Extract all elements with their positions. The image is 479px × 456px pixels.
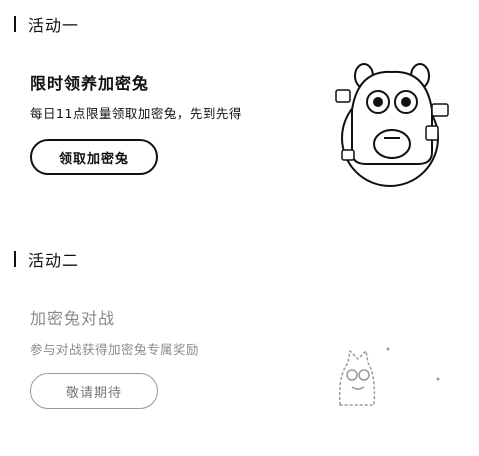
section-header-activity-1: 活动一 <box>14 12 79 36</box>
coming-soon-button[interactable]: 敬请期待 <box>30 373 158 409</box>
section-bar <box>14 251 16 267</box>
activity-2-description: 参与对战获得加密兔专属奖励 <box>30 342 200 357</box>
rabbit-mascot-small-illustration <box>338 347 440 406</box>
activity-1-title: 限时领养加密兔 <box>30 74 150 93</box>
claim-rabbit-button[interactable]: 领取加密兔 <box>30 139 158 175</box>
activity-2-title: 加密兔对战 <box>30 309 116 328</box>
section-bar <box>14 16 16 32</box>
activity-1-description: 每日11点限量领取加密兔，先到先得 <box>30 106 242 121</box>
section-title: 活动一 <box>28 16 80 35</box>
section-title: 活动二 <box>28 251 80 270</box>
rabbit-mascot-illustration <box>335 63 449 187</box>
section-header-activity-2: 活动二 <box>14 247 79 271</box>
